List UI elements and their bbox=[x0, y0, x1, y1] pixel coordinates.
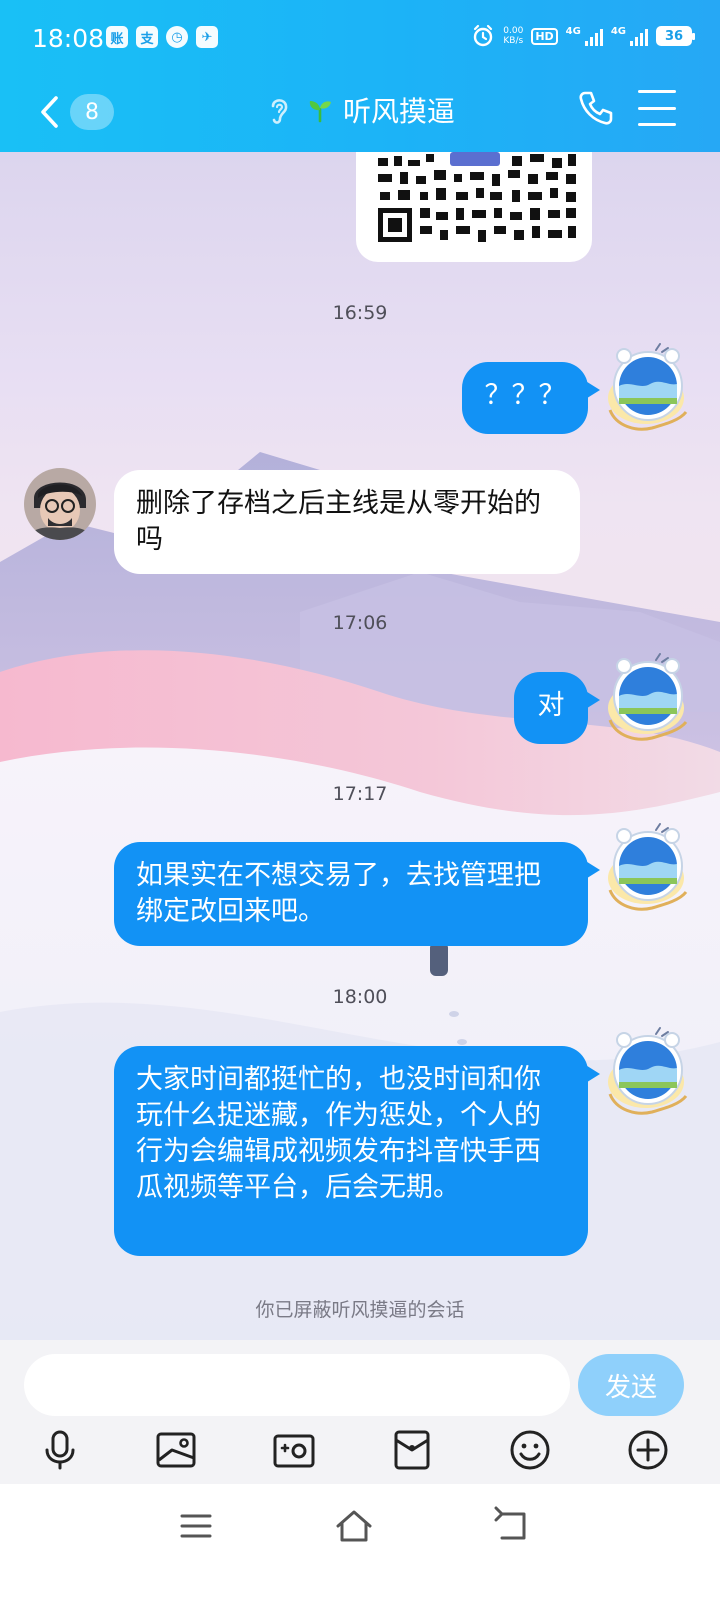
status-app-icons: 账 支 ◷ ✈ bbox=[106, 26, 218, 48]
back-icon[interactable] bbox=[490, 1506, 534, 1546]
outgoing-message-bubble[interactable]: 如果实在不想交易了，去找管理把绑定改回来吧。 bbox=[114, 842, 600, 946]
signal-icon: 4G bbox=[611, 26, 648, 46]
system-navigation-bar bbox=[0, 1484, 720, 1600]
message-timestamp: 17:17 bbox=[332, 783, 388, 805]
home-icon[interactable] bbox=[332, 1506, 376, 1546]
self-avatar[interactable] bbox=[606, 1024, 692, 1120]
menu-line bbox=[638, 90, 676, 93]
outgoing-message-bubble[interactable]: ？？？ bbox=[462, 362, 600, 434]
menu-button[interactable] bbox=[638, 90, 676, 126]
sim1-network-label: 4G bbox=[565, 26, 581, 37]
accounting-app-icon: 账 bbox=[106, 26, 128, 48]
composer-toolbar bbox=[0, 1428, 720, 1484]
self-avatar[interactable] bbox=[606, 340, 692, 436]
alarm-icon bbox=[474, 24, 493, 47]
emoji-icon[interactable] bbox=[508, 1428, 552, 1472]
self-avatar[interactable] bbox=[606, 650, 692, 746]
camera-icon[interactable] bbox=[272, 1428, 316, 1472]
message-input[interactable] bbox=[24, 1354, 570, 1416]
menu-icon[interactable] bbox=[174, 1506, 218, 1546]
qr-code-image bbox=[372, 152, 578, 248]
menu-line bbox=[638, 123, 676, 126]
signal-icon: 4G bbox=[566, 26, 603, 46]
friend-avatar[interactable] bbox=[24, 468, 96, 540]
message-timestamp: 16:59 bbox=[332, 302, 388, 324]
phone-call-icon[interactable] bbox=[576, 88, 616, 128]
qr-code-message[interactable] bbox=[356, 152, 592, 262]
plus-icon[interactable] bbox=[626, 1428, 670, 1472]
status-indicators: 0.00 KB/s HD 4G 4G 36 bbox=[471, 24, 695, 48]
sprout-icon bbox=[309, 101, 331, 123]
message-timestamp: 18:00 bbox=[332, 986, 388, 1008]
ear-icon bbox=[271, 99, 288, 124]
blocked-conversation-notice: 你已屏蔽听风摸逼的会话 bbox=[255, 1299, 465, 1321]
red-packet-icon[interactable] bbox=[390, 1428, 434, 1472]
battery-icon: 36 bbox=[656, 26, 695, 46]
microphone-icon[interactable] bbox=[38, 1428, 82, 1472]
alipay-app-icon: 支 bbox=[136, 26, 158, 48]
chat-title: 听风摸逼 bbox=[342, 95, 455, 128]
outgoing-message-bubble[interactable]: 对 bbox=[514, 672, 600, 744]
hd-badge: HD bbox=[531, 27, 558, 45]
chat-header: 18:08 账 支 ◷ ✈ 0.00 KB/s HD 4G 4G 36 8 听风… bbox=[0, 0, 720, 152]
network-speed-value: 0.00 bbox=[503, 26, 524, 36]
composer-bar: 发送 bbox=[0, 1340, 720, 1428]
network-speed: 0.00 KB/s bbox=[503, 26, 523, 46]
self-avatar[interactable] bbox=[606, 820, 692, 916]
menu-line bbox=[638, 106, 676, 110]
incoming-message-bubble[interactable]: 删除了存档之后主线是从零开始的吗 bbox=[114, 470, 580, 574]
send-button[interactable]: 发送 bbox=[578, 1354, 684, 1416]
nav-row: 8 听风摸逼 bbox=[0, 82, 720, 152]
network-speed-unit: KB/s bbox=[503, 36, 524, 46]
status-time: 18:08 bbox=[32, 24, 105, 53]
send-app-icon: ✈ bbox=[196, 26, 218, 48]
image-icon[interactable] bbox=[154, 1428, 198, 1472]
message-timestamp: 17:06 bbox=[332, 612, 388, 634]
status-bar: 18:08 账 支 ◷ ✈ 0.00 KB/s HD 4G 4G 36 bbox=[0, 0, 720, 82]
outgoing-message-bubble[interactable]: 大家时间都挺忙的，也没时间和你玩什么捉迷藏，作为惩处，个人的行为会编辑成视频发布… bbox=[114, 1046, 600, 1256]
sim2-network-label: 4G bbox=[610, 26, 626, 37]
chat-message-list[interactable]: 16:59 ？？？ 删除了存档之后主线是从零开始的吗 17:06 对 17:17… bbox=[0, 152, 720, 1340]
friend-avatar-photo bbox=[24, 468, 96, 540]
browser-app-icon: ◷ bbox=[166, 26, 188, 48]
